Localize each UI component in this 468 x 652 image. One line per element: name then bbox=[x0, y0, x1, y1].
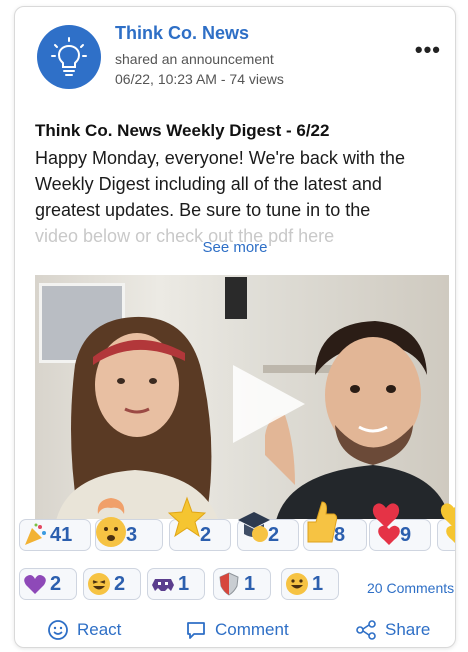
post-meta: 06/22, 10:23 AM - 74 views bbox=[115, 71, 284, 87]
post-body-line: Happy Monday, everyone! We're back with … bbox=[35, 148, 405, 168]
post-card: Think Co. News shared an announcement 06… bbox=[14, 6, 456, 648]
video-player[interactable] bbox=[35, 275, 449, 519]
reaction-mind-blown[interactable]: 3 bbox=[95, 498, 163, 551]
share-button-label: Share bbox=[385, 620, 431, 639]
comment-button[interactable]: Comment bbox=[185, 619, 289, 641]
mind-blown-icon bbox=[96, 498, 126, 547]
post-title: Think Co. News Weekly Digest - 6/22 bbox=[35, 121, 330, 140]
grinning-squint-icon bbox=[88, 573, 110, 595]
grinning-face-icon bbox=[286, 573, 308, 595]
post-actions-bar: React Comment Share bbox=[15, 615, 455, 647]
more-options-button[interactable]: ••• bbox=[415, 37, 441, 63]
play-icon[interactable] bbox=[221, 359, 311, 449]
reaction-red-hearts[interactable]: 9 bbox=[369, 503, 431, 551]
comments-count-link[interactable]: 20 Comments bbox=[367, 580, 454, 596]
share-button[interactable]: Share bbox=[355, 619, 430, 641]
yellow-hearts-icon bbox=[440, 503, 455, 543]
reaction-count: 1 bbox=[178, 572, 190, 595]
red-hearts-icon bbox=[372, 503, 400, 545]
graduation-cap-icon bbox=[238, 512, 270, 542]
reaction-shield[interactable]: 1 bbox=[213, 568, 271, 600]
comment-icon bbox=[187, 622, 205, 639]
post-body-line: Weekly Digest including all of the lates… bbox=[35, 174, 382, 194]
reaction-alien-monster[interactable]: 1 bbox=[147, 568, 205, 600]
alien-monster-icon bbox=[152, 579, 174, 591]
reaction-thumbs-up[interactable]: 8 bbox=[303, 501, 367, 551]
reaction-count: 1 bbox=[244, 572, 256, 595]
reaction-count: 1 bbox=[312, 572, 324, 595]
smiley-icon bbox=[48, 620, 68, 640]
share-icon bbox=[356, 620, 376, 640]
author-name[interactable]: Think Co. News bbox=[115, 23, 249, 44]
react-button-label: React bbox=[77, 620, 122, 639]
purple-heart-icon bbox=[24, 575, 46, 594]
reaction-count: 41 bbox=[50, 523, 73, 546]
reaction-party-popper[interactable]: 41 bbox=[19, 519, 91, 551]
post-body-line: greatest updates. Be sure to tune in to … bbox=[35, 200, 371, 220]
post-body: Happy Monday, everyone! We're back with … bbox=[35, 145, 447, 249]
see-more-link[interactable]: See more bbox=[15, 239, 455, 256]
reaction-count: 2 bbox=[114, 572, 126, 595]
reaction-grinning-face[interactable]: 1 bbox=[281, 568, 339, 600]
reaction-graduation-cap[interactable]: 2 bbox=[237, 512, 299, 551]
reaction-grinning-squint[interactable]: 2 bbox=[83, 568, 141, 600]
lightbulb-icon bbox=[51, 37, 87, 76]
comment-button-label: Comment bbox=[215, 620, 289, 639]
party-popper-icon bbox=[25, 523, 46, 545]
avatar[interactable] bbox=[37, 25, 101, 89]
star-icon bbox=[168, 496, 206, 538]
reaction-count: 2 bbox=[50, 572, 62, 595]
reaction-purple-heart[interactable]: 2 bbox=[19, 568, 77, 600]
react-button[interactable]: React bbox=[47, 619, 121, 641]
reaction-yellow-hearts[interactable]: 6 bbox=[437, 503, 455, 551]
reaction-star[interactable]: 2 bbox=[168, 496, 231, 551]
video-person-left bbox=[56, 316, 218, 519]
shield-icon bbox=[219, 572, 239, 596]
post-action-text: shared an announcement bbox=[115, 51, 274, 67]
thumbs-up-icon bbox=[307, 501, 338, 543]
